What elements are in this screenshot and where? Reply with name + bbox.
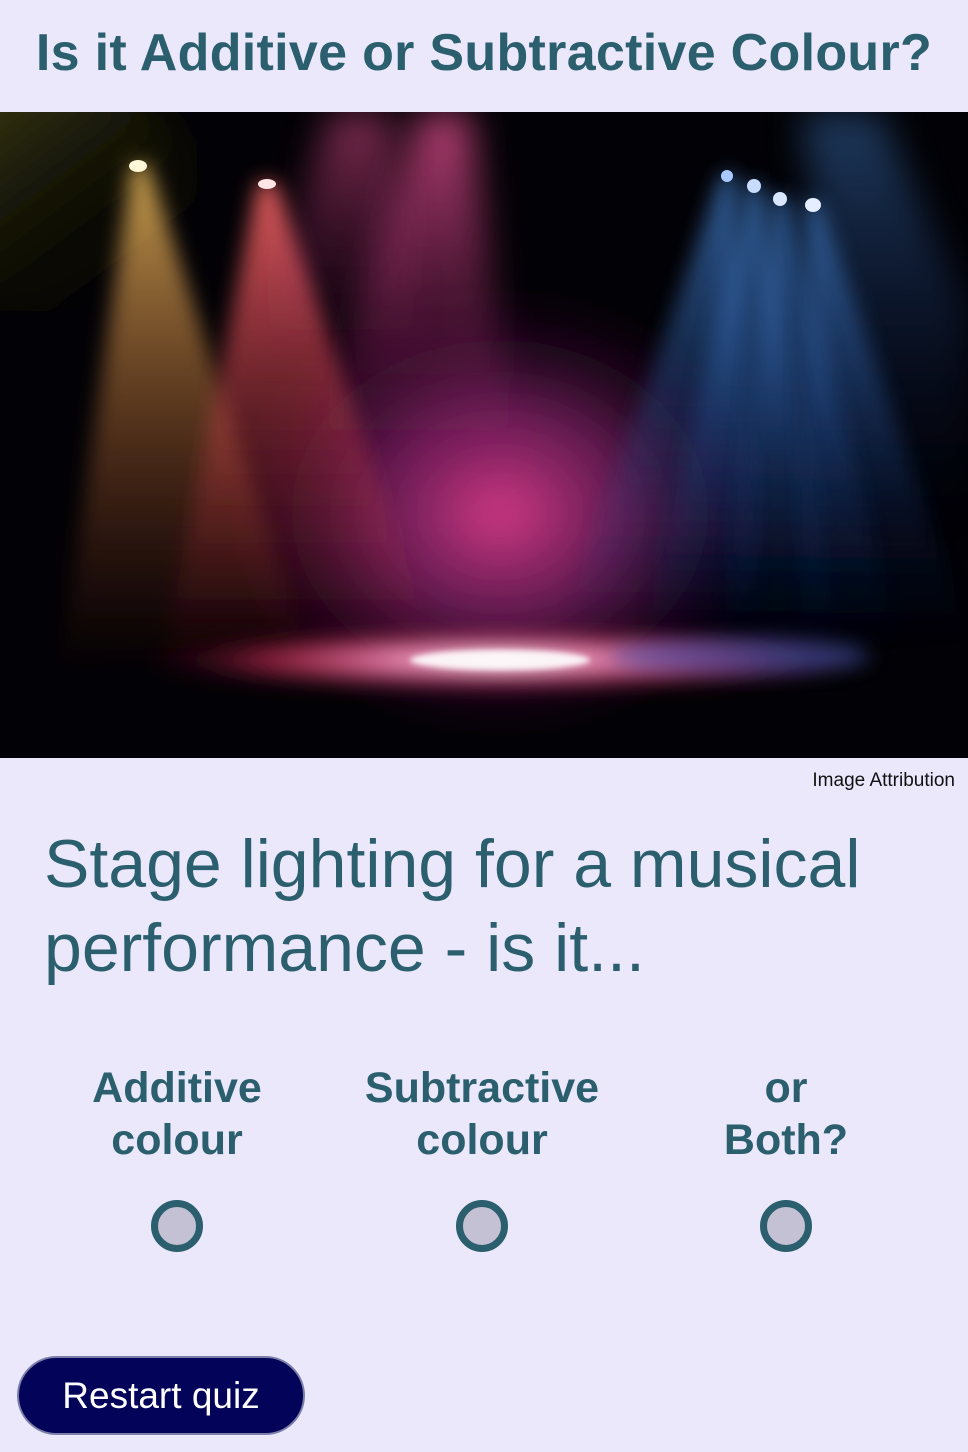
page-title: Is it Additive or Subtractive Colour? (35, 24, 933, 82)
option-subtractive-colour[interactable]: Subtractive colour (337, 1062, 627, 1252)
restart-quiz-button[interactable]: Restart quiz (17, 1356, 305, 1435)
answer-options: Additive colour Subtractive colour or Bo… (0, 1062, 968, 1262)
radio-additive[interactable] (151, 1200, 203, 1252)
question-text: Stage lighting for a musical performance… (44, 826, 861, 986)
stage-lighting-image (0, 112, 968, 758)
radio-subtractive[interactable] (456, 1200, 508, 1252)
option-additive-colour[interactable]: Additive colour (32, 1062, 322, 1252)
image-attribution-link[interactable]: Image Attribution (812, 770, 955, 792)
option-label-subtractive: Subtractive colour (364, 1064, 600, 1164)
option-label-additive: Additive colour (92, 1064, 262, 1164)
radio-both[interactable] (760, 1200, 812, 1252)
option-both[interactable]: or Both? (641, 1062, 931, 1252)
option-label-both: or Both? (723, 1064, 849, 1164)
